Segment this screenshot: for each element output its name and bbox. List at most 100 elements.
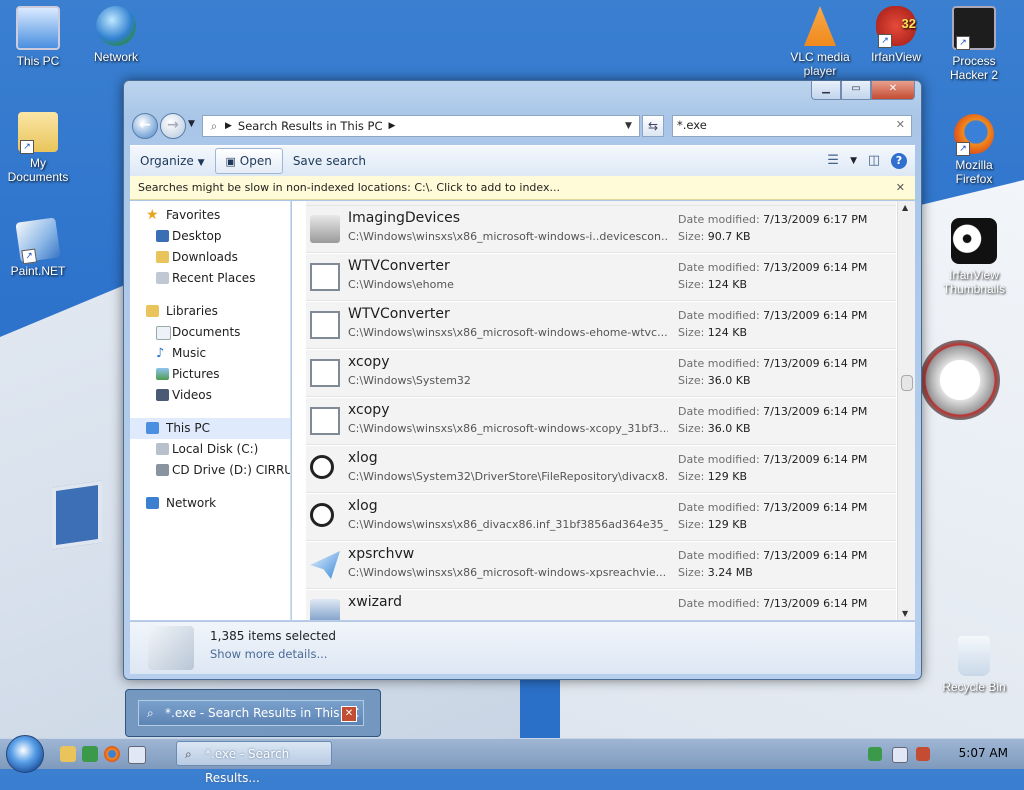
- info-bar[interactable]: Searches might be slow in non-indexed lo…: [130, 176, 915, 200]
- nav-label: Local Disk (C:): [172, 442, 259, 456]
- breadcrumb[interactable]: Search Results in This PC: [232, 119, 389, 133]
- preview-pane-icon[interactable]: ◫: [863, 150, 885, 172]
- result-row[interactable]: xlog C:\Windows\System32\DriverStore\Fil…: [306, 446, 896, 493]
- nav-label: Downloads: [172, 250, 238, 264]
- organize-button[interactable]: Organize ▼: [130, 149, 215, 173]
- desktop-icon-network[interactable]: Network: [78, 6, 154, 64]
- help-icon[interactable]: ?: [891, 153, 907, 169]
- nav-desktop[interactable]: Desktop: [130, 226, 290, 247]
- tray-network-icon[interactable]: [892, 747, 908, 763]
- result-size: Size: 36.0 KB: [678, 374, 751, 387]
- result-name: ImagingDevices: [348, 210, 461, 226]
- nav-videos[interactable]: Videos: [130, 385, 290, 406]
- result-path: C:\Windows\winsxs\x86_divacx86.inf_31bf3…: [348, 518, 668, 531]
- size-label: Size:: [678, 518, 705, 531]
- result-row[interactable]: WTVConverter C:\Windows\winsxs\x86_micro…: [306, 302, 896, 349]
- desktop-icon-this-pc[interactable]: This PC: [0, 6, 76, 68]
- wallpaper-window: [52, 480, 102, 550]
- forward-button[interactable]: →: [160, 113, 186, 139]
- tray-security-icon[interactable]: [868, 747, 882, 761]
- show-more-details-link[interactable]: Show more details...: [210, 647, 327, 661]
- app-window-icon: [310, 311, 340, 339]
- nav-this-pc[interactable]: This PC: [130, 418, 290, 439]
- pictures-icon: [156, 368, 169, 380]
- address-bar[interactable]: ⌕ ▶ Search Results in This PC ▶ ▼: [202, 115, 640, 137]
- nav-music[interactable]: ♪ Music: [130, 343, 290, 364]
- taskbar-explorer-button[interactable]: ⌕ *.exe - Search Results...: [176, 741, 332, 785]
- nav-label: Favorites: [166, 208, 221, 222]
- nav-pictures[interactable]: Pictures: [130, 364, 290, 385]
- desktop-icon-firefox[interactable]: ↗ Mozilla Firefox: [936, 114, 1012, 186]
- desktop-icon-process-hacker[interactable]: ↗ Process Hacker 2: [936, 6, 1012, 82]
- firefox-icon[interactable]: [104, 746, 120, 762]
- save-search-button[interactable]: Save search: [283, 149, 376, 173]
- desktop-icon-label: Network: [93, 50, 138, 64]
- chevron-down-icon[interactable]: ▼: [850, 156, 857, 166]
- result-row[interactable]: ImagingDevices C:\Windows\winsxs\x86_mic…: [306, 206, 896, 253]
- network-icon: [146, 497, 159, 509]
- result-row[interactable]: xlog C:\Windows\winsxs\x86_divacx86.inf_…: [306, 494, 896, 541]
- size-value: 124 KB: [707, 278, 748, 291]
- clear-search-icon[interactable]: ✕: [896, 118, 905, 131]
- thumbnail-title[interactable]: ⌕ *.exe - Search Results in This PC ✕: [138, 700, 364, 726]
- scroll-thumb[interactable]: [901, 375, 913, 391]
- desktop-icon-vlc[interactable]: VLC media player: [782, 6, 858, 78]
- chevron-right-icon: ▶: [388, 121, 396, 131]
- close-icon[interactable]: ✕: [341, 706, 357, 722]
- nav-downloads[interactable]: Downloads: [130, 247, 290, 268]
- result-name: WTVConverter: [348, 258, 450, 274]
- scroll-up-icon[interactable]: ▲: [902, 203, 908, 212]
- desktop-icon-paint-net[interactable]: ↗ Paint.NET: [0, 217, 76, 278]
- desktop-icon-irfanview-thumbnails[interactable]: IrfanView Thumbnails: [936, 218, 1012, 296]
- vertical-scrollbar[interactable]: ▲ ▼: [897, 201, 915, 620]
- close-icon[interactable]: ✕: [896, 176, 905, 200]
- explorer-quicklaunch-icon[interactable]: [60, 746, 76, 762]
- nav-network[interactable]: Network: [130, 493, 290, 514]
- search-box[interactable]: ✕: [672, 115, 912, 137]
- paintnet-icon: ↗: [15, 217, 61, 265]
- result-row[interactable]: xpsrchvw C:\Windows\winsxs\x86_microsoft…: [306, 542, 896, 589]
- nav-recent-places[interactable]: Recent Places: [130, 268, 290, 289]
- tray-volume-muted-icon[interactable]: [916, 747, 930, 761]
- refresh-button[interactable]: ⇆: [642, 115, 664, 137]
- clock[interactable]: 5:07 AM: [959, 746, 1008, 760]
- nav-local-disk[interactable]: Local Disk (C:): [130, 439, 290, 460]
- videos-icon: [156, 389, 169, 401]
- view-options-icon[interactable]: ☰: [822, 150, 844, 172]
- search-input[interactable]: [673, 116, 881, 134]
- explorer-window[interactable]: ▁ ▭ ✕ ← → ▼ ⌕ ▶ Search Results in This P…: [123, 80, 922, 680]
- back-button[interactable]: ←: [132, 113, 158, 139]
- taskbar-thumbnail-preview[interactable]: ⌕ *.exe - Search Results in This PC ✕: [125, 689, 381, 737]
- nav-documents[interactable]: Documents: [130, 322, 290, 343]
- desktop-icon-irfanview[interactable]: 32 ↗ IrfanView: [858, 6, 934, 64]
- start-button[interactable]: [6, 735, 44, 773]
- result-row[interactable]: xcopy C:\Windows\winsxs\x86_microsoft-wi…: [306, 398, 896, 445]
- result-row[interactable]: xwizard Date modified: 7/13/2009 6:14 PM: [306, 590, 896, 620]
- open-button[interactable]: ▣ Open: [214, 148, 283, 174]
- desktop-icon-recycle-bin[interactable]: Recycle Bin: [936, 636, 1012, 694]
- result-row[interactable]: xcopy C:\Windows\System32 Date modified:…: [306, 350, 896, 397]
- address-dropdown-icon[interactable]: ▼: [625, 121, 639, 131]
- close-button[interactable]: ✕: [871, 81, 915, 100]
- nav-libraries[interactable]: Libraries: [130, 301, 290, 322]
- maximize-button[interactable]: ▭: [841, 81, 871, 100]
- result-date: Date modified: 7/13/2009 6:14 PM: [678, 357, 867, 370]
- date-label: Date modified:: [678, 597, 760, 610]
- result-size: Size: 90.7 KB: [678, 230, 751, 243]
- nav-favorites[interactable]: ★ Favorites: [130, 205, 290, 226]
- result-size: Size: 124 KB: [678, 278, 747, 291]
- recent-pages-dropdown[interactable]: ▼: [188, 119, 195, 129]
- cpu-gauge-gadget[interactable]: [920, 340, 1000, 420]
- nav-cd-drive[interactable]: CD Drive (D:) CIRRUS: [130, 460, 290, 481]
- app-window-icon: [310, 263, 340, 291]
- recent-places-icon: [156, 272, 169, 284]
- quicklaunch-app-icon[interactable]: [82, 746, 98, 762]
- result-date: Date modified: 7/13/2009 6:14 PM: [678, 261, 867, 274]
- show-desktop-icon[interactable]: [128, 746, 146, 764]
- result-name: xpsrchvw: [348, 546, 415, 562]
- result-date: Date modified: 7/13/2009 6:14 PM: [678, 453, 867, 466]
- scroll-down-icon[interactable]: ▼: [902, 609, 908, 618]
- desktop-icon-my-documents[interactable]: ↗ My Documents: [0, 112, 76, 184]
- minimize-button[interactable]: ▁: [811, 81, 841, 100]
- result-row[interactable]: WTVConverter C:\Windows\ehome Date modif…: [306, 254, 896, 301]
